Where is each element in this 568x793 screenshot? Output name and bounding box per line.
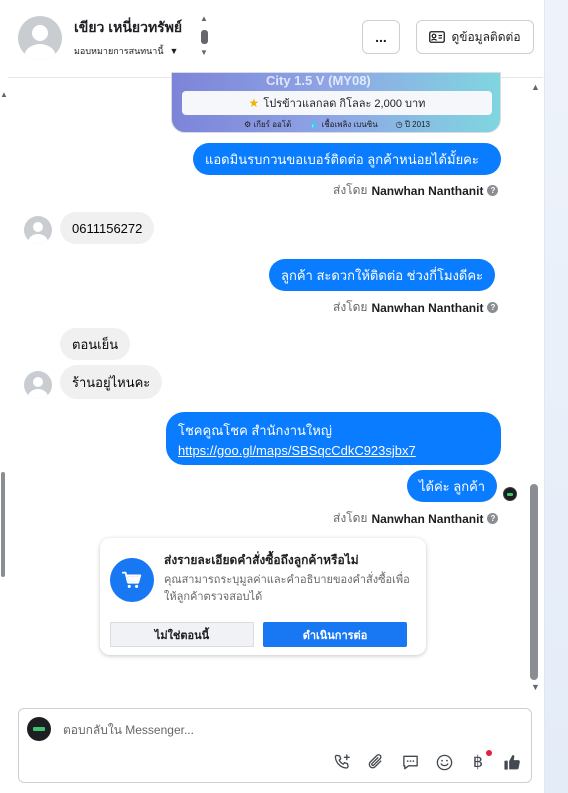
message-outgoing[interactable]: แอดมินรบกวนขอเบอร์ติดต่อ ลูกค้าหน่อยได้ม… (193, 143, 501, 175)
map-link[interactable]: https://goo.gl/maps/SBSqcCdkC923sjbx7 (178, 441, 489, 461)
notification-dot (486, 750, 492, 756)
contact-avatar-small (24, 216, 52, 244)
thumbs-up-icon[interactable] (501, 751, 523, 773)
conversation-header: เขียว เหนี่ยวทรัพย์ มอบหมายการสนทนานี้ ▼… (8, 0, 543, 78)
header-scroll-thumb[interactable] (201, 30, 208, 44)
call-add-icon[interactable] (331, 751, 353, 773)
reply-input[interactable] (63, 719, 503, 741)
message-outgoing[interactable]: ลูกค้า สะดวกให้ติดต่อ ช่วงกี่โมงดีคะ (269, 259, 496, 291)
product-promo-text: โปรข้าวแลกลด กิโลละ 2,000 บาท (263, 98, 426, 110)
product-title: City 1.5 V (MY08) (266, 73, 371, 88)
view-contact-info-button[interactable]: ดูข้อมูลติดต่อ (416, 20, 534, 54)
year-spec: ◷ ปี 2013 (395, 120, 430, 129)
contact-avatar-small (24, 371, 52, 399)
page-avatar (27, 717, 51, 741)
attachment-icon[interactable] (365, 751, 387, 773)
seen-avatar-icon (503, 487, 517, 501)
product-promo: ★ โปรข้าวแลกลด กิโลละ 2,000 บาท (182, 91, 492, 115)
message-outgoing[interactable]: ได้ค่ะ ลูกค้า (407, 470, 498, 502)
message-incoming[interactable]: 0611156272 (60, 212, 155, 244)
sent-by-label: ส่งโดย Nanwhan Nanthanit ? (333, 509, 499, 528)
header-scroll[interactable]: ▲ ▼ (200, 14, 210, 60)
messages-scrollbar[interactable]: ▲ ▼ (528, 80, 540, 695)
gear-spec: ⚙ เกียร์ ออโต้ (244, 120, 292, 129)
agent-name: Nanwhan Nanthanit (371, 300, 484, 315)
baht-payment-icon[interactable]: ฿ (467, 750, 492, 773)
help-icon[interactable]: ? (487, 302, 499, 313)
emoji-icon[interactable] (433, 751, 455, 773)
scroll-down-arrow-icon[interactable]: ▼ (200, 48, 208, 57)
side-panel-edge (544, 0, 568, 793)
agent-name: Nanwhan Nanthanit (371, 511, 484, 526)
help-icon[interactable]: ? (487, 513, 499, 524)
left-scrollbar-thumb[interactable] (1, 472, 5, 577)
product-specs: ⚙ เกียร์ ออโต้ 💧 เชื้อเพลิง เบนซิน ◷ ปี … (172, 118, 500, 131)
agent-name: Nanwhan Nanthanit (371, 183, 484, 198)
order-prompt-title: ส่งรายละเอียดคำสั่งซื้อถึงลูกค้าหรือไม่ (164, 553, 359, 567)
contact-info-label: ดูข้อมูลติดต่อ (451, 29, 521, 44)
sent-by-label: ส่งโดย Nanwhan Nanthanit ? (333, 298, 499, 317)
assign-conversation-dropdown[interactable]: มอบหมายการสนทนานี้ ▼ (74, 44, 178, 58)
sent-by-label: ส่งโดย Nanwhan Nanthanit ? (333, 181, 499, 200)
scroll-down-arrow-icon[interactable]: ▼ (531, 682, 540, 692)
message-incoming[interactable]: ร้านอยู่ไหนคะ (60, 365, 163, 399)
contact-card-icon (429, 31, 446, 43)
composer-toolbar: ฿ (331, 750, 523, 773)
contact-name[interactable]: เขียว เหนี่ยวทรัพย์ (74, 17, 182, 39)
message-outgoing-link[interactable]: โชคคูณโชค สำนักงานใหญ่ https://goo.gl/ma… (166, 412, 501, 465)
shopping-cart-icon (110, 558, 154, 602)
left-scroll-up-arrow[interactable]: ▲ (0, 90, 8, 99)
order-prompt-description: คุณสามารถระบุมูลค่าและคำอธิบายของคำสั่งซ… (164, 574, 410, 603)
message-text: โชคคูณโชค สำนักงานใหญ่ (178, 423, 332, 438)
messenger-conversation: ▲ เขียว เหนี่ยวทรัพย์ มอบหมายการสนทนานี้… (0, 0, 568, 793)
scroll-up-arrow-icon[interactable]: ▲ (200, 14, 208, 23)
messages-scrollbar-thumb[interactable] (530, 484, 538, 680)
not-now-button[interactable]: ไม่ใช่ตอนนี้ (110, 622, 254, 647)
assign-label: มอบหมายการสนทนานี้ (74, 46, 164, 56)
order-details-prompt: ส่งรายละเอียดคำสั่งซื้อถึงลูกค้าหรือไม่ … (100, 538, 426, 655)
caret-down-icon: ▼ (169, 46, 179, 56)
contact-avatar[interactable] (18, 16, 62, 60)
more-options-button[interactable]: ... (362, 20, 400, 54)
continue-button[interactable]: ดำเนินการต่อ (263, 622, 407, 647)
message-incoming[interactable]: ตอนเย็น (60, 328, 131, 360)
product-card[interactable]: City 1.5 V (MY08) ★ โปรข้าวแลกลด กิโลละ … (171, 72, 501, 133)
message-composer: ฿ (18, 708, 532, 783)
star-icon: ★ (248, 96, 260, 110)
fuel-spec: 💧 เชื้อเพลิง เบนซิน (309, 120, 378, 129)
saved-reply-icon[interactable] (399, 751, 421, 773)
scroll-up-arrow-icon[interactable]: ▲ (531, 82, 540, 92)
help-icon[interactable]: ? (487, 185, 499, 196)
